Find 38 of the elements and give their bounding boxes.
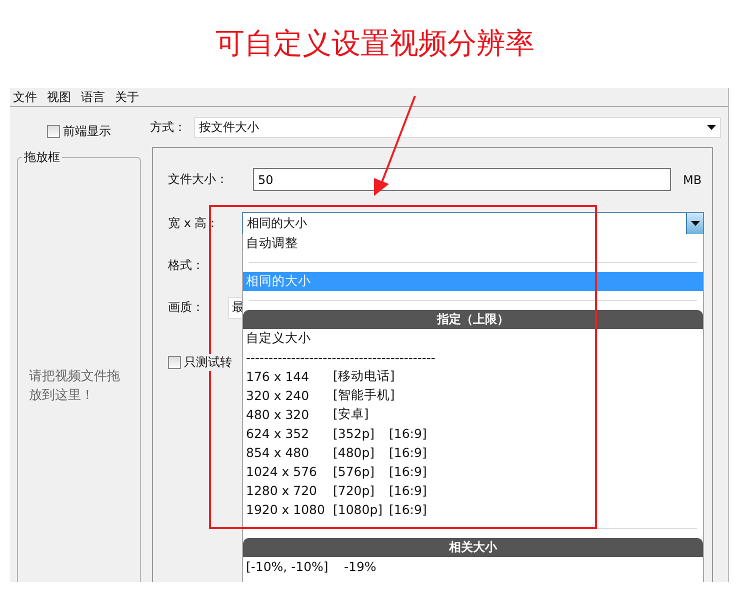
menu-item[interactable]: 语言 bbox=[81, 88, 105, 106]
checkbox[interactable] bbox=[168, 356, 181, 369]
checkbox-label: 前端显示 bbox=[63, 122, 111, 140]
menu-item[interactable]: 文件 bbox=[13, 88, 37, 106]
field-label: 文件大小： bbox=[168, 171, 229, 188]
unit-label: MB bbox=[683, 172, 702, 186]
field-label: 方式： bbox=[150, 118, 186, 136]
resolution-option[interactable]: 176 x 144 [移动电话] bbox=[243, 367, 703, 386]
dropdown-button[interactable] bbox=[686, 213, 703, 234]
resolution-option[interactable]: 854 x 480 [480p] [16:9] bbox=[243, 443, 703, 462]
resolution-option[interactable]: 624 x 352 [352p] [16:9] bbox=[243, 424, 703, 443]
resolution-option[interactable]: 320 x 240 [智能手机] bbox=[243, 386, 703, 405]
field-label: 宽 x 高： bbox=[168, 215, 220, 232]
group-header: 指定（上限） bbox=[243, 310, 703, 329]
resolution-option[interactable]: 1024 x 576 [576p] [16:9] bbox=[243, 462, 703, 481]
size-select[interactable]: 相同的大小 bbox=[242, 212, 704, 235]
resolution-option[interactable]: 480 x 320 [安卓] bbox=[243, 405, 703, 424]
drop-zone[interactable]: 拖放框 请把视频文件拖放到这里！ bbox=[17, 149, 141, 582]
menu-item[interactable]: 视图 bbox=[47, 88, 71, 106]
group-header: 相关大小 bbox=[243, 538, 703, 557]
mode-select[interactable]: 按文件大小 bbox=[194, 116, 721, 138]
checkbox-label: 只测试转 bbox=[184, 354, 232, 371]
resolution-option[interactable]: 1280 x 720 [720p] [16:9] bbox=[243, 481, 703, 500]
menu-item[interactable]: 关于 bbox=[115, 88, 139, 106]
relative-size-option[interactable]: [-10%, -10%] -19% bbox=[243, 557, 703, 576]
resolution-option[interactable]: 1920 x 1080 [1080p] [16:9] bbox=[243, 500, 703, 519]
field-label: 画质： bbox=[168, 299, 205, 316]
field-label: 格式： bbox=[168, 257, 204, 274]
caret-icon bbox=[707, 124, 716, 130]
group-title: 拖放框 bbox=[22, 149, 62, 165]
dropdown-option[interactable]: 自动调整 bbox=[243, 234, 703, 253]
input-field[interactable]: 50 bbox=[253, 168, 671, 191]
drop-hint: 请把视频文件拖放到这里！ bbox=[29, 368, 121, 405]
dropdown-option[interactable]: 自定义大小 bbox=[243, 329, 703, 348]
annotation-title: 可自定义设置视频分辨率 bbox=[216, 25, 534, 62]
caret-icon bbox=[690, 221, 700, 226]
dashed-divider-text: ------------------------------------------ bbox=[245, 349, 436, 367]
checkbox[interactable] bbox=[47, 124, 60, 138]
